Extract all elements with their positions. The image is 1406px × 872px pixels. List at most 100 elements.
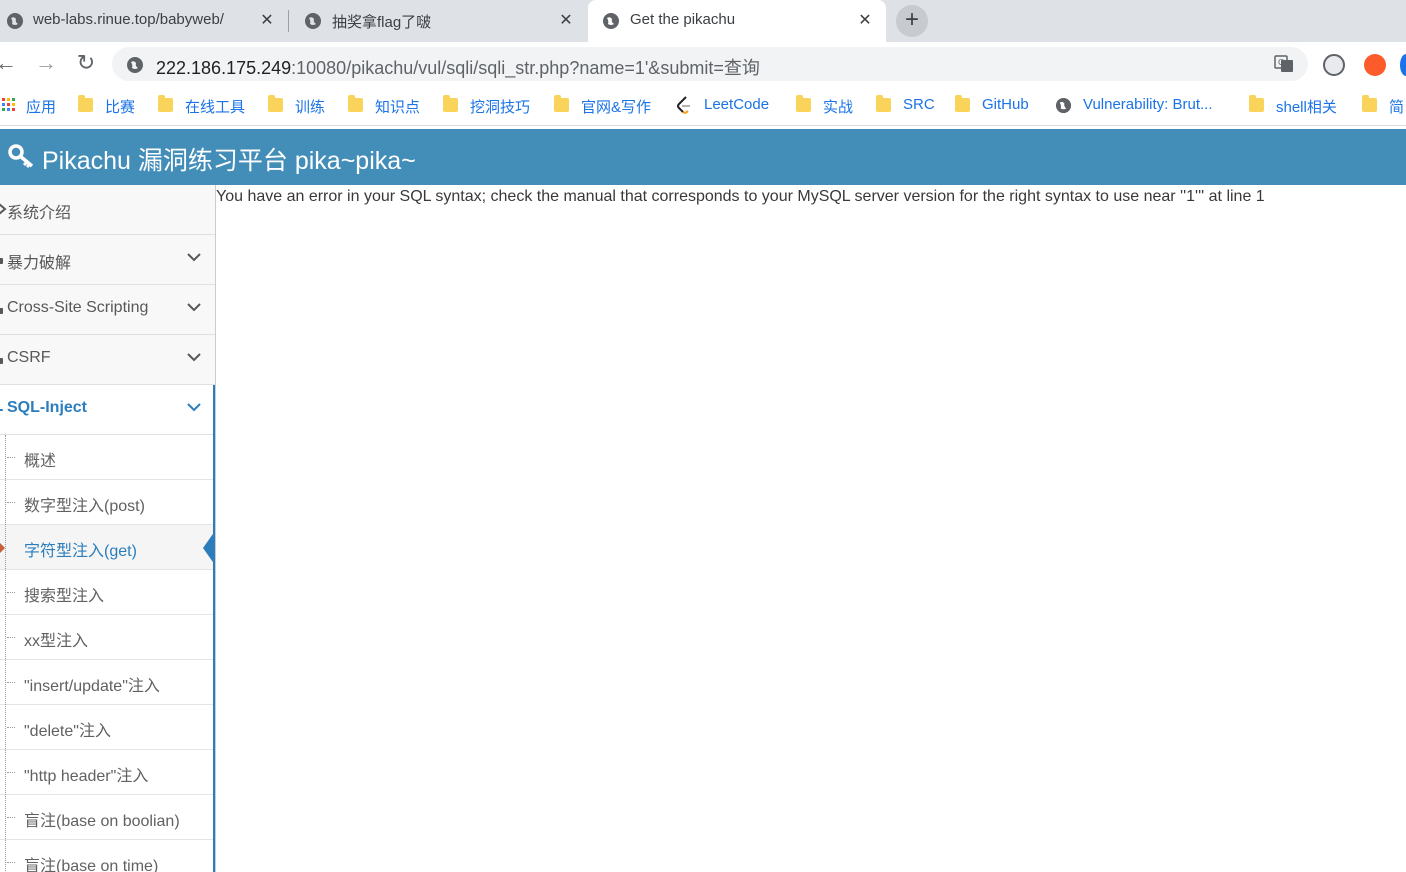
submenu-item-delete[interactable]: "delete"注入 xyxy=(0,705,214,750)
bookmark-folder[interactable]: 比赛 xyxy=(78,95,148,117)
folder-icon xyxy=(554,95,569,112)
translate-icon[interactable]: G xyxy=(1274,55,1294,73)
globe-icon xyxy=(603,13,619,29)
bookmark-label: 比赛 xyxy=(105,99,136,116)
back-button[interactable]: ← xyxy=(0,52,18,76)
folder-icon xyxy=(796,95,811,112)
menu-bullet xyxy=(0,409,3,411)
menu-item-sql-inject[interactable]: SQL-Inject xyxy=(0,385,215,435)
chevron-down-icon xyxy=(187,253,201,262)
extension-icon[interactable] xyxy=(1323,54,1345,76)
bookmark-folder[interactable]: 挖洞技巧 xyxy=(443,95,543,117)
globe-icon xyxy=(1055,97,1072,114)
bookmark-folder[interactable]: 实战 xyxy=(796,95,866,117)
submenu-item-numeric-post[interactable]: 数字型注入(post) xyxy=(0,480,214,525)
tree-dash xyxy=(7,727,15,728)
folder-icon xyxy=(78,95,93,112)
bookmark-leetcode[interactable]: LeetCode xyxy=(676,95,781,117)
submenu-item-string-get[interactable]: 字符型注入(get) xyxy=(0,525,215,570)
bookmark-folder[interactable]: 简 xyxy=(1362,95,1406,117)
apps-grid-icon xyxy=(2,98,15,111)
submenu-item-label: 字符型注入(get) xyxy=(24,543,137,560)
bookmark-folder[interactable]: 官网&写作 xyxy=(554,95,664,117)
close-tab-icon[interactable]: ✕ xyxy=(556,10,576,30)
bookmark-folder[interactable]: shell相关 xyxy=(1249,95,1349,117)
tab-babyweb[interactable]: web-labs.rinue.top/babyweb/ ✕ xyxy=(0,0,288,42)
menu-item-label: Cross-Site Scripting xyxy=(7,299,149,316)
leetcode-icon xyxy=(677,96,690,114)
folder-icon xyxy=(1362,95,1377,112)
page-header: Pikachu 漏洞练习平台 pika~pika~ xyxy=(0,129,1406,185)
menu-item-xss[interactable]: Cross-Site Scripting xyxy=(0,285,215,335)
bookmark-folder[interactable]: GitHub xyxy=(955,95,1043,117)
close-tab-icon[interactable]: ✕ xyxy=(257,10,277,30)
tree-dash xyxy=(7,502,15,503)
submenu-item-label: "insert/update"注入 xyxy=(24,678,160,695)
bookmark-folder[interactable]: 知识点 xyxy=(348,95,433,117)
bookmarks-bar: 应用 比赛 在线工具 训练 知识点 挖洞技巧 官网&写作 LeetCode 实战… xyxy=(0,86,1406,126)
submenu-item-label: 数字型注入(post) xyxy=(24,498,145,515)
tab-pikachu[interactable]: Get the pikachu ✕ xyxy=(588,0,886,42)
globe-icon xyxy=(7,13,23,29)
folder-icon xyxy=(268,95,283,112)
tab-lottery[interactable]: 抽奖拿flag了啵 ✕ xyxy=(296,0,586,42)
new-tab-button[interactable]: + xyxy=(896,5,928,37)
menu-bullet xyxy=(0,358,3,364)
menu-bullet xyxy=(0,308,3,314)
submenu-item-xx[interactable]: xx型注入 xyxy=(0,615,214,660)
main-content: You have an error in your SQL syntax; ch… xyxy=(216,185,1406,872)
folder-icon xyxy=(158,95,173,112)
extension-infinity-icon[interactable] xyxy=(1364,54,1386,76)
address-bar[interactable]: 222.186.175.249:10080/pikachu/vul/sqli/s… xyxy=(112,47,1308,81)
tab-title: 抽奖拿flag了啵 xyxy=(332,14,432,31)
bookmark-label: 训练 xyxy=(295,99,326,116)
submenu-item-http-header[interactable]: "http header"注入 xyxy=(0,750,214,795)
forward-button[interactable]: → xyxy=(34,52,58,76)
bookmark-dvwa[interactable]: Vulnerability: Brut... xyxy=(1055,95,1235,117)
bookmark-label: 实战 xyxy=(823,99,854,116)
bookmark-label: 知识点 xyxy=(375,99,421,116)
bookmark-label: LeetCode xyxy=(704,96,770,113)
bookmark-folder[interactable]: SRC xyxy=(876,95,941,117)
globe-icon xyxy=(305,13,321,29)
url-host: 222.186.175.249 xyxy=(156,58,292,78)
submenu-item-blind-boolean[interactable]: 盲注(base on boolian) xyxy=(0,795,214,840)
menu-item-system-intro[interactable]: 系统介绍 xyxy=(0,185,215,235)
submenu-item-label: "http header"注入 xyxy=(24,768,149,785)
bookmark-apps[interactable]: 应用 xyxy=(2,95,62,117)
chevron-down-icon xyxy=(187,403,201,412)
submenu-item-insert-update[interactable]: "insert/update"注入 xyxy=(0,660,214,705)
bookmark-folder[interactable]: 训练 xyxy=(268,95,338,117)
menu-item-brute-force[interactable]: 暴力破解 xyxy=(0,235,215,285)
tree-dash xyxy=(7,637,15,638)
url-text: 222.186.175.249:10080/pikachu/vul/sqli/s… xyxy=(156,54,760,80)
menu-bullet xyxy=(0,258,3,264)
tree-dash xyxy=(7,862,15,863)
key-icon xyxy=(8,144,34,169)
submenu-item-label: "delete"注入 xyxy=(24,723,111,740)
close-tab-icon[interactable]: ✕ xyxy=(855,10,875,30)
tree-dash xyxy=(7,682,15,683)
bookmark-label: 在线工具 xyxy=(185,99,246,116)
menu-item-csrf[interactable]: CSRF xyxy=(0,335,215,385)
submenu-item-blind-time[interactable]: 盲注(base on time) xyxy=(0,840,214,872)
chevron-right-icon xyxy=(0,203,7,215)
tab-title: web-labs.rinue.top/babyweb/ xyxy=(33,11,224,28)
bookmark-label: Vulnerability: Brut... xyxy=(1083,96,1213,113)
menu-item-label: SQL-Inject xyxy=(7,399,88,416)
bookmark-label: 应用 xyxy=(26,99,57,116)
url-path: :10080/pikachu/vul/sqli/sqli_str.php?nam… xyxy=(291,58,760,78)
menu-item-label: CSRF xyxy=(7,349,51,366)
reload-button[interactable]: ↻ xyxy=(74,52,98,76)
extension-icon[interactable] xyxy=(1400,54,1406,76)
folder-icon xyxy=(443,95,458,112)
submenu-item-overview[interactable]: 概述 xyxy=(0,435,214,480)
bookmark-folder[interactable]: 在线工具 xyxy=(158,95,258,117)
submenu-item-search[interactable]: 搜索型注入 xyxy=(0,570,214,615)
svg-text:G: G xyxy=(1278,58,1284,67)
site-info-icon[interactable] xyxy=(126,56,144,74)
browser-toolbar: ← → ↻ 222.186.175.249:10080/pikachu/vul/… xyxy=(0,42,1406,86)
tab-separator xyxy=(288,10,289,32)
submenu-item-label: xx型注入 xyxy=(24,633,89,650)
bookmark-label: shell相关 xyxy=(1276,99,1337,116)
